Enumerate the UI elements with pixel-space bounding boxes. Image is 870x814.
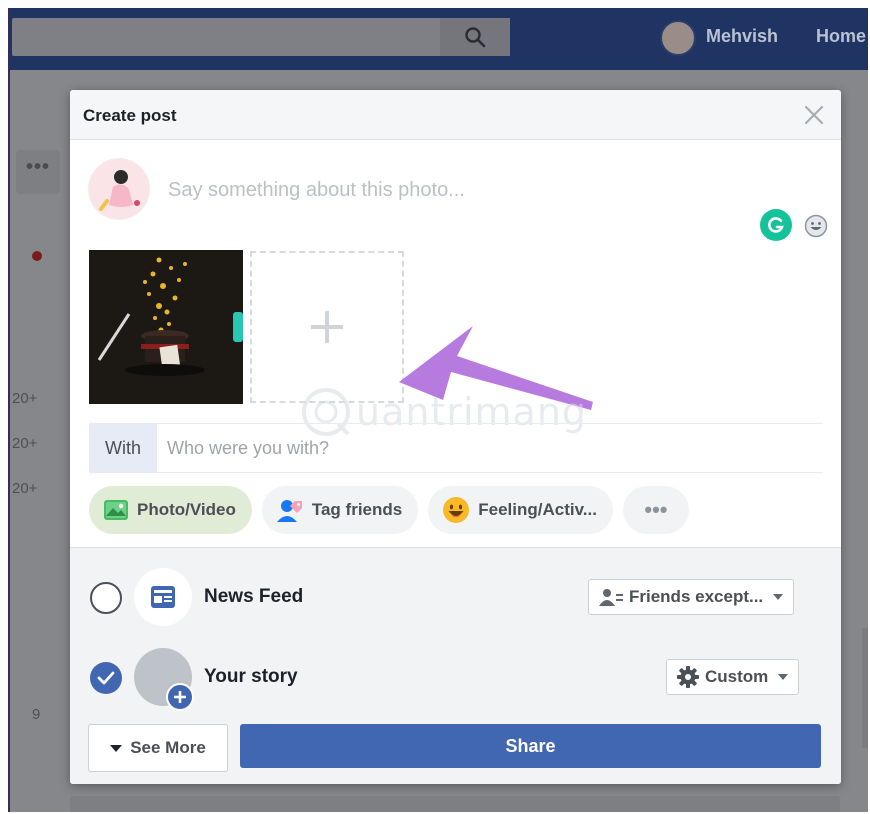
profile-avatar[interactable] — [660, 20, 696, 56]
feeling-activity-button[interactable]: Feeling/Activ... — [428, 486, 613, 534]
profile-name-link[interactable]: Mehvish — [706, 26, 778, 47]
feeling-emoji-icon — [443, 497, 470, 523]
news-feed-audience-label: Friends except... — [629, 587, 764, 606]
plus-icon — [311, 311, 343, 343]
news-feed-radio[interactable] — [90, 582, 122, 614]
add-story-button[interactable] — [166, 683, 194, 711]
photo-video-button[interactable]: Photo/Video — [89, 486, 252, 534]
plus-icon — [174, 691, 186, 703]
tag-friends-button[interactable]: Tag friends — [261, 486, 419, 534]
search-button[interactable] — [440, 18, 510, 56]
share-options-panel: News Feed Friends except... Your story C… — [70, 547, 841, 784]
close-icon[interactable] — [803, 104, 825, 126]
create-post-dialog: Create post Say something about this pho… — [70, 90, 841, 784]
your-story-radio[interactable] — [90, 662, 122, 694]
more-icon: ••• — [644, 497, 668, 522]
see-more-label: See More — [130, 738, 206, 757]
search-field[interactable] — [12, 18, 510, 56]
news-feed-icon-wrap — [134, 568, 192, 626]
share-button[interactable]: Share — [240, 724, 821, 768]
background-count: 20+ — [12, 390, 38, 407]
photo-icon — [104, 500, 128, 520]
grammarly-icon — [768, 217, 784, 233]
story-audience-label: Custom — [705, 667, 769, 686]
dialog-header: Create post — [70, 90, 841, 140]
photo-preview-image — [89, 250, 243, 404]
feeling-activity-label: Feeling/Activ... — [478, 500, 597, 519]
more-options-button[interactable]: ••• — [622, 486, 689, 534]
tag-friends-icon — [276, 500, 302, 522]
avatar-illustration-icon — [89, 159, 149, 219]
with-people-input[interactable] — [157, 424, 823, 472]
attached-photo-thumbnail[interactable] — [89, 250, 243, 404]
checkmark-icon — [97, 671, 115, 685]
emoji-icon[interactable] — [804, 214, 828, 238]
story-audience-dropdown[interactable]: Custom — [666, 659, 800, 695]
compose-text-input[interactable] — [168, 176, 728, 204]
your-story-label: Your story — [204, 666, 298, 687]
background-notification-dot — [32, 251, 42, 261]
caret-down-icon — [110, 744, 123, 752]
user-avatar — [88, 158, 150, 220]
see-more-button[interactable]: See More — [88, 724, 228, 772]
search-icon — [465, 27, 486, 48]
tag-friends-label: Tag friends — [311, 500, 403, 519]
background-count: 20+ — [12, 435, 38, 452]
chevron-down-icon — [773, 594, 784, 600]
post-options-bar: Photo/Video Tag friends Feeling/Activ...… — [89, 486, 689, 534]
news-feed-label: News Feed — [204, 586, 304, 607]
dialog-title: Create post — [83, 106, 177, 125]
background-scroll-strip — [862, 628, 868, 748]
background-count: 20+ — [12, 480, 38, 497]
top-navigation-bar: Mehvish Home — [10, 8, 868, 70]
background-card — [70, 796, 840, 812]
home-link[interactable]: Home — [816, 26, 866, 47]
photo-video-label: Photo/Video — [137, 500, 236, 519]
tag-people-row: With — [89, 423, 823, 473]
chevron-down-icon — [778, 674, 789, 680]
grammarly-button[interactable] — [760, 209, 792, 241]
add-photo-button[interactable] — [250, 251, 404, 403]
with-label: With — [89, 424, 157, 472]
friends-except-icon — [599, 589, 623, 606]
news-feed-icon — [151, 586, 175, 608]
gear-icon — [677, 666, 699, 688]
background-more-button: ••• — [16, 150, 60, 194]
background-number: 9 — [32, 706, 41, 723]
compose-area: uantrimang With Photo/Video — [70, 140, 841, 545]
news-feed-audience-dropdown[interactable]: Friends except... — [588, 579, 795, 615]
thumbnail-edit-handle[interactable] — [233, 312, 243, 342]
